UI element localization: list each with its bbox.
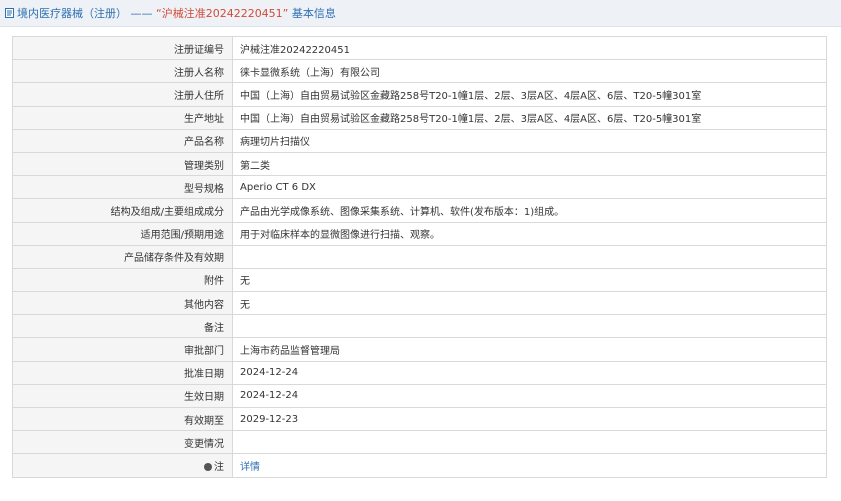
row-label: 附件 <box>12 267 233 293</box>
row-label: 注册人住所 <box>12 82 233 107</box>
row-label: 备注 <box>12 314 233 339</box>
row-value <box>232 244 827 269</box>
page-header: 境内医疗器械（注册） —— “沪械注准20242220451” 基本信息 <box>0 0 841 27</box>
row-value: 无 <box>232 291 827 316</box>
table-row: 备注 <box>12 314 827 339</box>
bullet-icon <box>204 462 212 471</box>
row-label: 产品名称 <box>12 128 233 153</box>
table-row: 有效期至 2029-12-23 <box>12 406 827 432</box>
row-value: 上海市药品监督管理局 <box>232 337 827 362</box>
row-label: 有效期至 <box>12 406 233 432</box>
row-label: 审批部门 <box>12 337 233 362</box>
row-value: 第二类 <box>232 151 827 177</box>
row-value: 2029-12-23 <box>232 406 827 432</box>
row-label: 管理类别 <box>12 151 233 177</box>
row-value: 2024-12-24 <box>232 383 827 409</box>
row-label: 适用范围/预期用途 <box>12 221 233 246</box>
table-row: 注册人名称 徕卡显微系统（上海）有限公司 <box>12 59 827 84</box>
row-label: 结构及组成/主要组成成分 <box>12 198 233 223</box>
row-value: 用于对临床样本的显微图像进行扫描、观察。 <box>232 221 827 246</box>
row-label-note: 注 <box>12 453 233 478</box>
page-title: 境内医疗器械（注册） —— “沪械注准20242220451” 基本信息 <box>17 5 336 21</box>
row-value: 2024-12-24 <box>232 360 827 385</box>
table-row: 其他内容无 <box>12 291 827 316</box>
table-row-note: 注 详情 <box>12 453 827 478</box>
table-row: 管理类别 第二类 <box>12 151 827 177</box>
row-value: 中国（上海）自由贸易试验区金藏路258号T20-1幢1层、2层、3层A区、4层A… <box>232 105 827 130</box>
row-value: Aperio CT 6 DX <box>232 175 827 200</box>
row-label: 其他内容 <box>12 291 233 316</box>
row-label: 生效日期 <box>12 383 233 409</box>
table-row: 注册人住所 中国（上海）自由贸易试验区金藏路258号T20-1幢1层、2层、3层A… <box>12 82 827 107</box>
row-label: 型号规格 <box>12 175 233 200</box>
row-label: 注册人名称 <box>12 59 233 84</box>
table-row: 变更情况 <box>12 430 827 455</box>
table-row: 批准日期 2024-12-24 <box>12 360 827 385</box>
row-label: 批准日期 <box>12 360 233 385</box>
row-value-note: 详情 <box>232 453 827 478</box>
row-value: 徕卡显微系统（上海）有限公司 <box>232 59 827 84</box>
table-row: 型号规格 Aperio CT 6 DX <box>12 175 827 200</box>
info-table-wrapper: 注册证编号 沪械注准20242220451 注册人名称 徕卡显微系统（上海）有限公司… <box>12 35 827 478</box>
row-value: 中国（上海）自由贸易试验区金藏路258号T20-1幢1层、2层、3层A区、4层A… <box>232 82 827 107</box>
page-title-prefix: 境内医疗器械（注册） —— <box>17 7 156 20</box>
row-value: 无 <box>232 267 827 293</box>
row-value <box>232 314 827 339</box>
note-label: 注 <box>214 461 224 473</box>
document-icon <box>5 8 14 18</box>
row-value: 病理切片扫描仪 <box>232 128 827 153</box>
table-row: 附件无 <box>12 267 827 293</box>
table-row: 生产地址 中国（上海）自由贸易试验区金藏路258号T20-1幢1层、2层、3层A区… <box>12 105 827 130</box>
table-row: 生效日期 2024-12-24 <box>12 383 827 409</box>
details-link[interactable]: 详情 <box>240 462 260 473</box>
table-row: 产品储存条件及有效期 <box>12 244 827 269</box>
row-value <box>232 430 827 455</box>
row-label: 注册证编号 <box>12 35 233 61</box>
table-row: 结构及组成/主要组成成分 产品由光学成像系统、图像采集系统、计算机、软件(发布版本… <box>12 198 827 223</box>
row-label: 生产地址 <box>12 105 233 130</box>
row-label: 变更情况 <box>12 430 233 455</box>
page-title-suffix: 基本信息 <box>288 7 336 20</box>
table-row: 适用范围/预期用途 用于对临床样本的显微图像进行扫描、观察。 <box>12 221 827 246</box>
table-row: 产品名称 病理切片扫描仪 <box>12 128 827 153</box>
info-table: 注册证编号 沪械注准20242220451 注册人名称 徕卡显微系统（上海）有限公司… <box>12 35 827 478</box>
table-row: 审批部门 上海市药品监督管理局 <box>12 337 827 362</box>
row-value: 产品由光学成像系统、图像采集系统、计算机、软件(发布版本：1)组成。 <box>232 198 827 223</box>
registration-number-quoted: “沪械注准20242220451” <box>156 7 289 20</box>
table-row: 注册证编号 沪械注准20242220451 <box>12 35 827 61</box>
row-value: 沪械注准20242220451 <box>232 35 827 61</box>
row-label: 产品储存条件及有效期 <box>12 244 233 269</box>
